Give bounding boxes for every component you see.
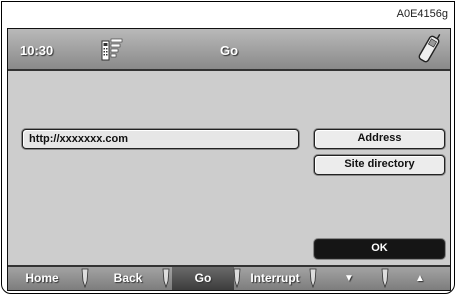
address-button[interactable]: Address [314, 129, 445, 149]
site-directory-button[interactable]: Site directory [314, 155, 445, 175]
nav-go-button[interactable]: Go [172, 267, 234, 290]
display-screen: 10:30 Go http://xxxxxxx.com Address Site… [7, 28, 451, 291]
bottom-navigation: Home Back Go Interrupt ▼ ▲ [8, 265, 450, 290]
reference-code: A0E4156g [396, 8, 448, 20]
device-frame: A0E4156g 10:30 Go http://xxxxxxx.com Add… [1, 1, 455, 294]
nav-scroll-up-button[interactable]: ▲ [391, 267, 449, 290]
nav-separator-icon [81, 268, 89, 288]
nav-separator-icon [233, 268, 241, 288]
nav-separator-icon [381, 268, 389, 288]
nav-back-button[interactable]: Back [92, 267, 164, 290]
ok-button[interactable]: OK [314, 239, 445, 259]
screen-title: Go [219, 43, 239, 58]
nav-separator-icon [309, 268, 317, 288]
nav-home-button[interactable]: Home [8, 267, 76, 290]
url-input[interactable]: http://xxxxxxx.com [22, 129, 299, 149]
nav-separator-icon [162, 268, 170, 288]
nav-scroll-down-button[interactable]: ▼ [319, 267, 379, 290]
phone-icon [418, 34, 441, 63]
status-bar: 10:30 Go [8, 29, 450, 71]
nav-interrupt-button[interactable]: Interrupt [242, 267, 308, 290]
